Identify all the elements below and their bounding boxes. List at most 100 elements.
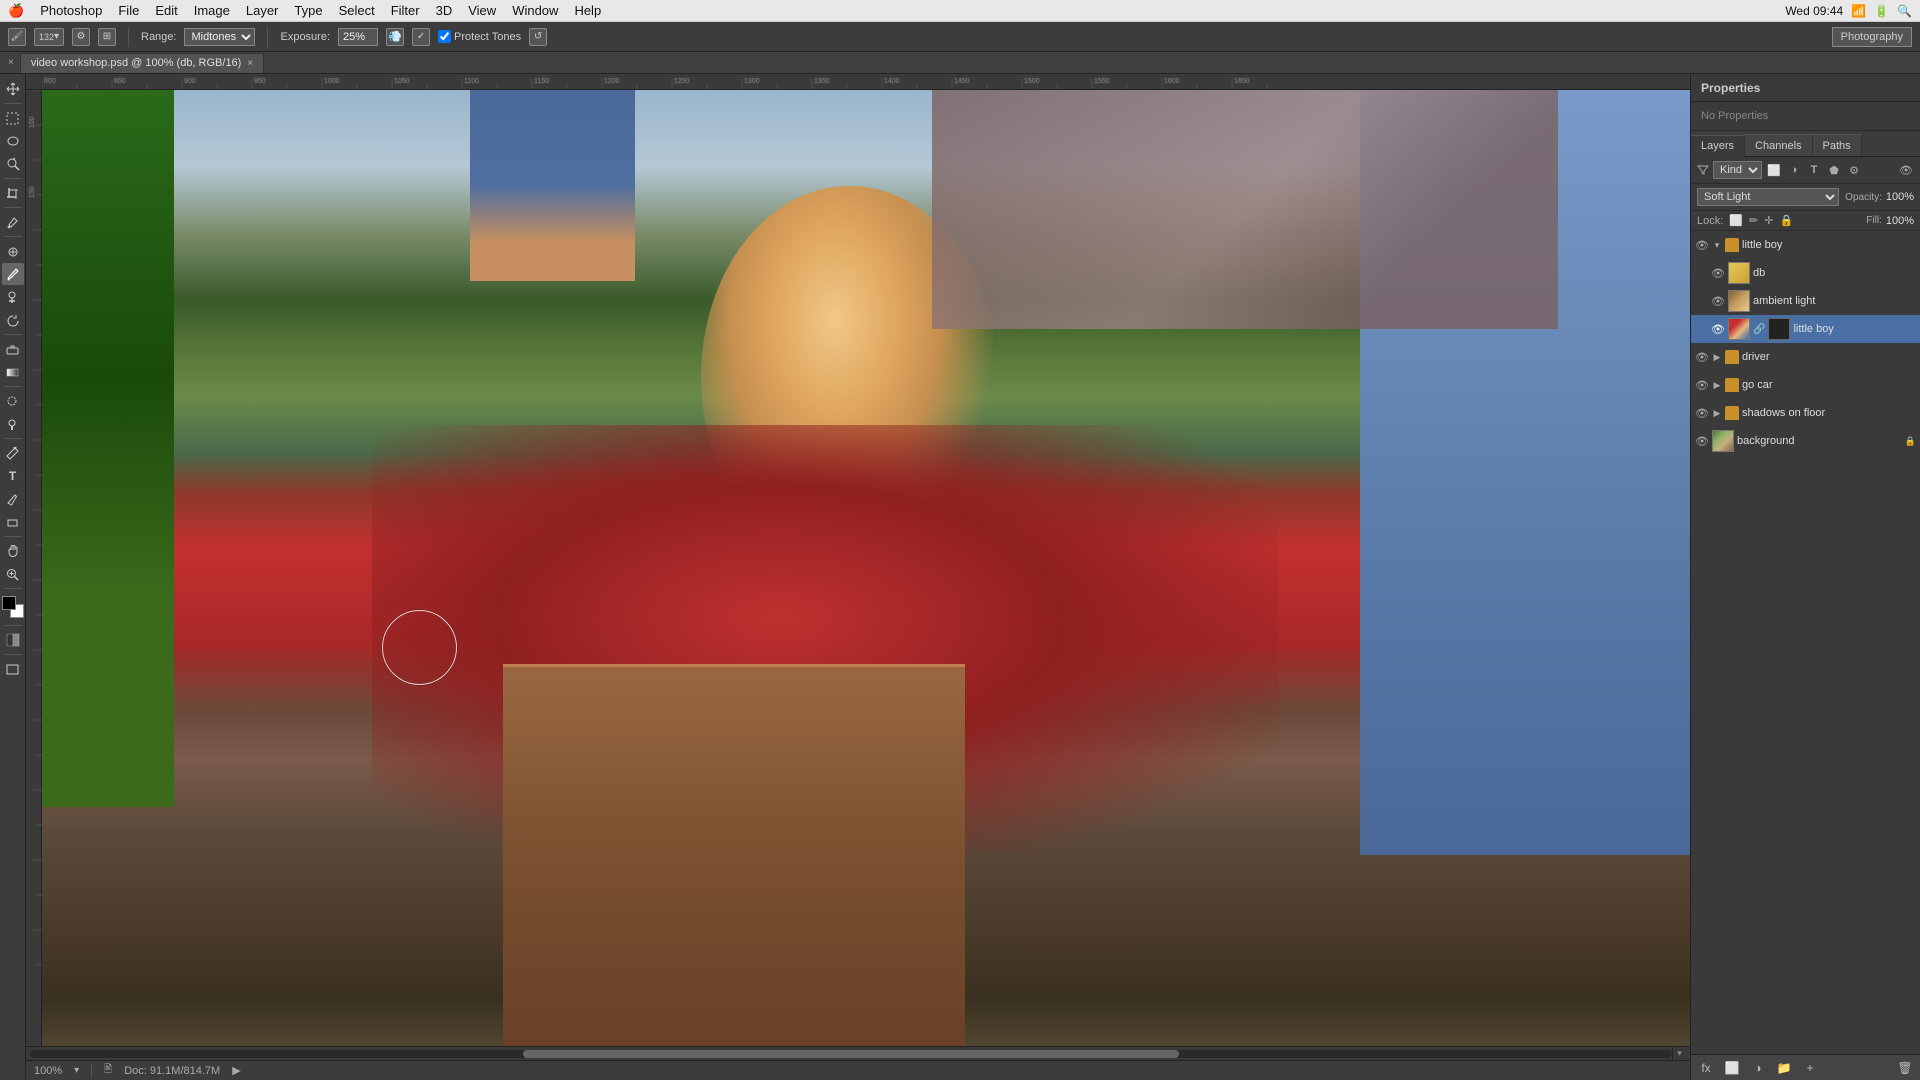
brush-tool[interactable] [2,263,24,285]
layer-type-pixel-icon[interactable]: ⬜ [1766,162,1782,178]
layer-item-shadows-on-floor-group[interactable]: 👁 ▶ shadows on floor [1691,399,1920,427]
apple-menu[interactable]: 🍎 [8,3,24,19]
brush-preset-picker[interactable]: 132▾ [34,28,64,46]
quick-mask-mode-btn[interactable] [2,629,24,651]
layer-item-little-boy[interactable]: 👁 🔗 little boy [1691,315,1920,343]
dodge-tool[interactable] [2,413,24,435]
scroll-corner[interactable]: ▾ [1672,1047,1686,1061]
airbrush-icon[interactable]: 💨 [386,28,404,46]
screen-mode-btn[interactable] [2,658,24,680]
add-adjustment-btn[interactable]: ◑ [1749,1059,1767,1077]
layer-link-icon[interactable]: 🔗 [1753,324,1765,335]
layer-visibility-toggle[interactable]: 👁 [1898,162,1914,178]
more-info-arrow[interactable]: ▶ [232,1064,240,1077]
range-select[interactable]: Midtones [184,28,255,46]
gradient-tool[interactable] [2,361,24,383]
history-brush-tool[interactable] [2,309,24,331]
menu-layer[interactable]: Layer [246,3,279,18]
lock-all-btn[interactable]: 🔒 [1779,214,1793,227]
quick-select-tool[interactable] [2,153,24,175]
create-group-btn[interactable]: 📁 [1775,1059,1793,1077]
menu-edit[interactable]: Edit [155,3,177,18]
photo-image[interactable] [42,90,1690,1046]
layer-type-smart-icon[interactable]: ⚙ [1846,162,1862,178]
layer-item-driver-group[interactable]: 👁 ▶ driver [1691,343,1920,371]
horizontal-scrollbar-track[interactable] [30,1050,1672,1058]
layer-item-ambient-light[interactable]: 👁 ambient light [1691,287,1920,315]
lock-transparent-btn[interactable]: ⬜ [1729,214,1743,227]
delete-layer-btn[interactable]: 🗑 [1896,1059,1914,1077]
layer-type-text-icon[interactable]: T [1806,162,1822,178]
brush-settings-icon[interactable]: ⚙ [72,28,90,46]
pen-tool[interactable] [2,442,24,464]
layer-visibility-eye[interactable]: 👁 [1711,294,1725,308]
file-info-icon[interactable]: 🖹 [104,1062,112,1079]
zoom-icon[interactable]: ▾ [74,1065,79,1076]
layer-item-go-car-group[interactable]: 👁 ▶ go car [1691,371,1920,399]
layer-expand-arrow[interactable]: ▾ [1712,240,1722,250]
shape-tool[interactable] [2,511,24,533]
move-tool[interactable] [2,78,24,100]
layer-expand-arrow[interactable]: ▶ [1712,352,1722,362]
document-tab-close[interactable]: × [247,58,253,69]
hand-tool[interactable] [2,540,24,562]
marquee-tool[interactable] [2,107,24,129]
tab-paths[interactable]: Paths [1813,134,1862,156]
layer-visibility-eye[interactable]: 👁 [1695,350,1709,364]
layer-item-db[interactable]: 👁 db [1691,259,1920,287]
text-tool[interactable]: T [2,465,24,487]
menu-view[interactable]: View [468,3,496,18]
tab-channels[interactable]: Channels [1745,134,1812,156]
blur-tool[interactable] [2,390,24,412]
layer-visibility-eye[interactable]: 👁 [1695,378,1709,392]
eyedropper-tool[interactable] [2,211,24,233]
clone-stamp-tool[interactable] [2,286,24,308]
document-tab[interactable]: video workshop.psd @ 100% (db, RGB/16) × [20,53,264,73]
brush-mode-icon[interactable]: ⊞ [98,28,116,46]
reset-icon[interactable]: ↺ [529,28,547,46]
menu-filter[interactable]: Filter [391,3,420,18]
lock-pixels-btn[interactable]: ✏ [1749,214,1758,227]
menu-image[interactable]: Image [194,3,230,18]
layer-visibility-eye[interactable]: 👁 [1695,434,1709,448]
crop-tool[interactable] [2,182,24,204]
layer-item-background[interactable]: 👁 background 🔒 [1691,427,1920,455]
layer-visibility-eye[interactable]: 👁 [1695,406,1709,420]
search-icon[interactable]: 🔍 [1897,4,1912,18]
zoom-tool[interactable] [2,563,24,585]
tab-close-all[interactable]: × [8,57,14,68]
layer-type-adj-icon[interactable]: ◑ [1786,162,1802,178]
menu-photoshop[interactable]: Photoshop [40,3,102,18]
menu-window[interactable]: Window [512,3,558,18]
brush-tool-icon[interactable]: 🖌 [8,28,26,46]
protect-tones-label[interactable]: Protect Tones [438,30,521,43]
menu-3d[interactable]: 3D [436,3,453,18]
layer-type-shape-icon[interactable]: ⬟ [1826,162,1842,178]
lock-position-btn[interactable]: ✛ [1764,214,1773,227]
protect-tones-checkbox[interactable] [438,30,451,43]
eraser-tool[interactable] [2,338,24,360]
exposure-input[interactable] [338,28,378,46]
canvas-viewport[interactable] [42,90,1690,1046]
add-style-btn[interactable]: fx [1697,1059,1715,1077]
tab-layers[interactable]: Layers [1691,135,1745,157]
protect-tones-icon[interactable]: ✓ [412,28,430,46]
layer-visibility-eye[interactable]: 👁 [1695,238,1709,252]
lasso-tool[interactable] [2,130,24,152]
horizontal-scrollbar-thumb[interactable] [523,1050,1180,1058]
foreground-color-swatch[interactable] [2,596,16,610]
layer-visibility-eye[interactable]: 👁 [1711,266,1725,280]
layer-visibility-eye[interactable]: 👁 [1711,322,1725,336]
layer-item-little-boy-group[interactable]: 👁 ▾ little boy [1691,231,1920,259]
layer-kind-select[interactable]: Kind [1713,161,1762,179]
healing-brush-tool[interactable] [2,240,24,262]
new-layer-btn[interactable]: + [1801,1059,1819,1077]
add-mask-btn[interactable]: ⬜ [1723,1059,1741,1077]
blend-mode-select[interactable]: Soft Light [1697,188,1839,206]
layer-expand-arrow[interactable]: ▶ [1712,380,1722,390]
workspace-photography-btn[interactable]: Photography [1832,27,1912,47]
color-swatches[interactable] [2,596,24,618]
menu-select[interactable]: Select [339,3,375,18]
menu-help[interactable]: Help [574,3,601,18]
menu-file[interactable]: File [118,3,139,18]
